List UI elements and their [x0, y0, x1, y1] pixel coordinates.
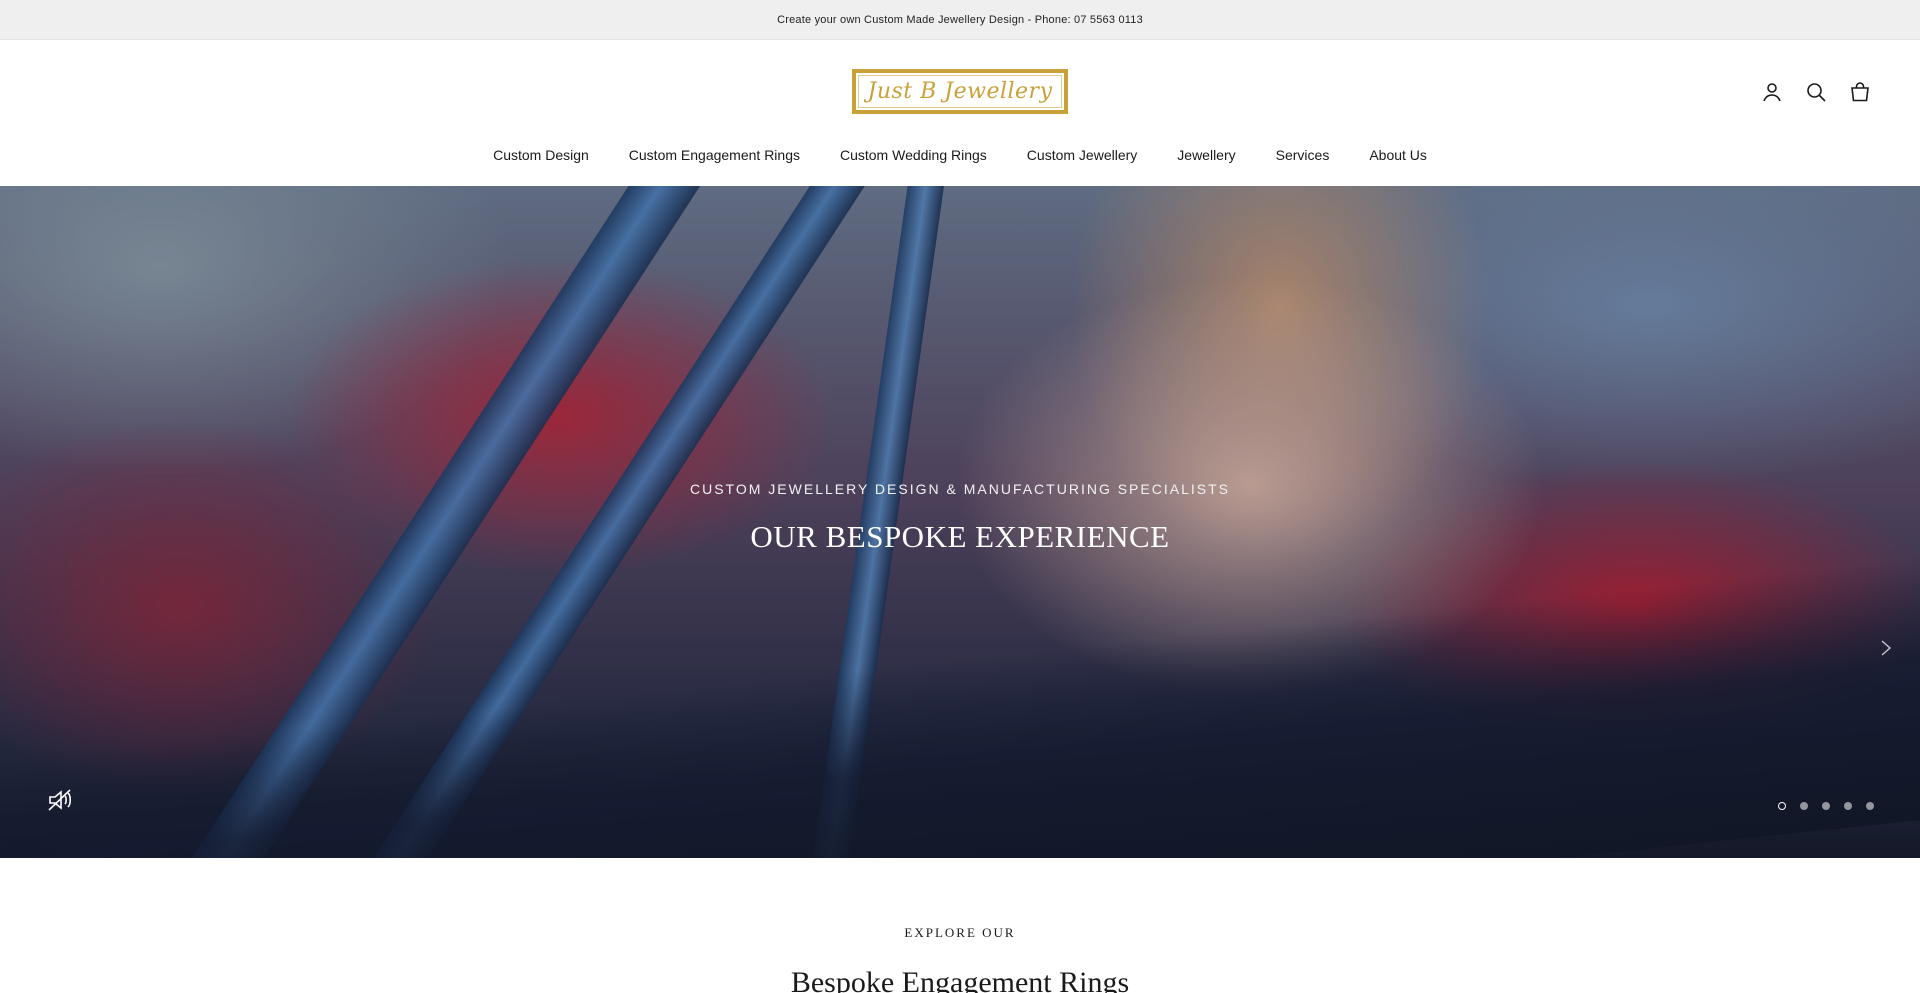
header-icons	[1760, 80, 1872, 104]
slide-dot[interactable]	[1866, 802, 1874, 810]
slide-dots	[1778, 802, 1874, 810]
logo-text: Just B Jewellery	[858, 75, 1062, 108]
chevron-right-icon[interactable]	[1876, 638, 1896, 658]
hero-eyebrow: CUSTOM JEWELLERY DESIGN & MANUFACTURING …	[690, 481, 1230, 497]
slide-dot[interactable]	[1822, 802, 1830, 810]
cart-icon[interactable]	[1848, 80, 1872, 104]
search-icon[interactable]	[1804, 80, 1828, 104]
hero-title: OUR BESPOKE EXPERIENCE	[750, 519, 1170, 554]
announcement-bar: Create your own Custom Made Jewellery De…	[0, 0, 1920, 40]
hero-slideshow: CUSTOM JEWELLERY DESIGN & MANUFACTURING …	[0, 186, 1920, 858]
account-icon[interactable]	[1760, 80, 1784, 104]
nav-item-services[interactable]: Services	[1256, 147, 1350, 163]
nav-item-jewellery[interactable]: Jewellery	[1157, 147, 1255, 163]
nav-item-custom-engagement-rings[interactable]: Custom Engagement Rings	[609, 147, 820, 163]
nav-item-about-us[interactable]: About Us	[1349, 147, 1447, 163]
nav-item-custom-design[interactable]: Custom Design	[473, 147, 609, 163]
announcement-text: Create your own Custom Made Jewellery De…	[777, 13, 1143, 26]
section-eyebrow: EXPLORE OUR	[904, 925, 1016, 940]
slide-dot[interactable]	[1778, 802, 1786, 810]
site-header: Just B Jewellery Custom Design Custom En…	[0, 40, 1920, 186]
main-nav: Custom Design Custom Engagement Rings Cu…	[0, 147, 1920, 163]
section-title: Bespoke Engagement Rings	[790, 966, 1130, 993]
hero-content: CUSTOM JEWELLERY DESIGN & MANUFACTURING …	[0, 481, 1920, 555]
explore-section: EXPLORE OUR Bespoke Engagement Rings	[0, 858, 1920, 993]
mute-toggle-icon[interactable]	[46, 786, 74, 814]
nav-item-custom-wedding-rings[interactable]: Custom Wedding Rings	[820, 147, 1007, 163]
slide-dot[interactable]	[1844, 802, 1852, 810]
slide-dot[interactable]	[1800, 802, 1808, 810]
site-logo[interactable]: Just B Jewellery	[852, 69, 1068, 114]
nav-item-custom-jewellery[interactable]: Custom Jewellery	[1007, 147, 1157, 163]
